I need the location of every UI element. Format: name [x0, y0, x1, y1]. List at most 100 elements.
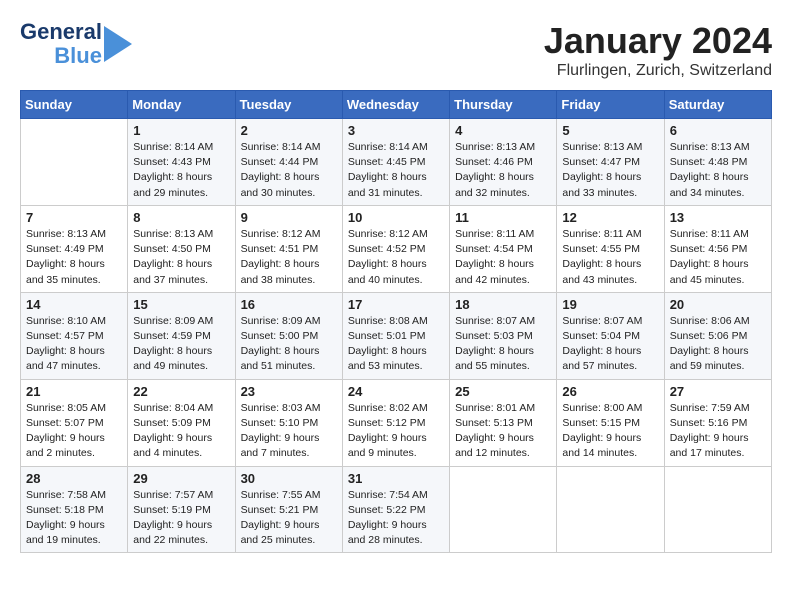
- calendar-cell: 23 Sunrise: 8:03 AMSunset: 5:10 PMDaylig…: [235, 379, 342, 466]
- weekday-header-tuesday: Tuesday: [235, 91, 342, 119]
- cell-info: Sunrise: 8:05 AMSunset: 5:07 PMDaylight:…: [26, 401, 122, 462]
- calendar-week-row: 14 Sunrise: 8:10 AMSunset: 4:57 PMDaylig…: [21, 292, 772, 379]
- calendar-cell: 30 Sunrise: 7:55 AMSunset: 5:21 PMDaylig…: [235, 466, 342, 553]
- calendar-cell: 17 Sunrise: 8:08 AMSunset: 5:01 PMDaylig…: [342, 292, 449, 379]
- calendar-cell: 24 Sunrise: 8:02 AMSunset: 5:12 PMDaylig…: [342, 379, 449, 466]
- cell-info: Sunrise: 8:13 AMSunset: 4:50 PMDaylight:…: [133, 227, 229, 288]
- weekday-header-sunday: Sunday: [21, 91, 128, 119]
- cell-info: Sunrise: 8:11 AMSunset: 4:56 PMDaylight:…: [670, 227, 766, 288]
- cell-info: Sunrise: 8:14 AMSunset: 4:45 PMDaylight:…: [348, 140, 444, 201]
- cell-info: Sunrise: 8:04 AMSunset: 5:09 PMDaylight:…: [133, 401, 229, 462]
- logo-blue: Blue: [54, 44, 102, 68]
- cell-info: Sunrise: 8:13 AMSunset: 4:46 PMDaylight:…: [455, 140, 551, 201]
- calendar-cell: [450, 466, 557, 553]
- calendar-week-row: 7 Sunrise: 8:13 AMSunset: 4:49 PMDayligh…: [21, 205, 772, 292]
- calendar-cell: 15 Sunrise: 8:09 AMSunset: 4:59 PMDaylig…: [128, 292, 235, 379]
- day-number: 20: [670, 297, 766, 312]
- calendar-cell: 26 Sunrise: 8:00 AMSunset: 5:15 PMDaylig…: [557, 379, 664, 466]
- calendar-cell: 25 Sunrise: 8:01 AMSunset: 5:13 PMDaylig…: [450, 379, 557, 466]
- day-number: 13: [670, 210, 766, 225]
- cell-info: Sunrise: 8:13 AMSunset: 4:48 PMDaylight:…: [670, 140, 766, 201]
- cell-info: Sunrise: 8:07 AMSunset: 5:04 PMDaylight:…: [562, 314, 658, 375]
- title-block: January 2024 Flurlingen, Zurich, Switzer…: [544, 20, 772, 80]
- calendar-cell: 4 Sunrise: 8:13 AMSunset: 4:46 PMDayligh…: [450, 119, 557, 206]
- cell-info: Sunrise: 8:10 AMSunset: 4:57 PMDaylight:…: [26, 314, 122, 375]
- cell-info: Sunrise: 8:09 AMSunset: 4:59 PMDaylight:…: [133, 314, 229, 375]
- calendar-week-row: 1 Sunrise: 8:14 AMSunset: 4:43 PMDayligh…: [21, 119, 772, 206]
- calendar-week-row: 28 Sunrise: 7:58 AMSunset: 5:18 PMDaylig…: [21, 466, 772, 553]
- calendar-cell: 3 Sunrise: 8:14 AMSunset: 4:45 PMDayligh…: [342, 119, 449, 206]
- day-number: 8: [133, 210, 229, 225]
- cell-info: Sunrise: 8:09 AMSunset: 5:00 PMDaylight:…: [241, 314, 337, 375]
- weekday-header-friday: Friday: [557, 91, 664, 119]
- day-number: 28: [26, 471, 122, 486]
- calendar-cell: 5 Sunrise: 8:13 AMSunset: 4:47 PMDayligh…: [557, 119, 664, 206]
- day-number: 2: [241, 123, 337, 138]
- day-number: 29: [133, 471, 229, 486]
- logo: General Blue: [20, 20, 132, 68]
- cell-info: Sunrise: 7:57 AMSunset: 5:19 PMDaylight:…: [133, 488, 229, 549]
- calendar-cell: 2 Sunrise: 8:14 AMSunset: 4:44 PMDayligh…: [235, 119, 342, 206]
- calendar-cell: 21 Sunrise: 8:05 AMSunset: 5:07 PMDaylig…: [21, 379, 128, 466]
- calendar-week-row: 21 Sunrise: 8:05 AMSunset: 5:07 PMDaylig…: [21, 379, 772, 466]
- cell-info: Sunrise: 8:00 AMSunset: 5:15 PMDaylight:…: [562, 401, 658, 462]
- calendar-cell: 12 Sunrise: 8:11 AMSunset: 4:55 PMDaylig…: [557, 205, 664, 292]
- cell-info: Sunrise: 7:54 AMSunset: 5:22 PMDaylight:…: [348, 488, 444, 549]
- day-number: 30: [241, 471, 337, 486]
- calendar-cell: 14 Sunrise: 8:10 AMSunset: 4:57 PMDaylig…: [21, 292, 128, 379]
- cell-info: Sunrise: 7:58 AMSunset: 5:18 PMDaylight:…: [26, 488, 122, 549]
- day-number: 18: [455, 297, 551, 312]
- cell-info: Sunrise: 8:13 AMSunset: 4:47 PMDaylight:…: [562, 140, 658, 201]
- cell-info: Sunrise: 8:03 AMSunset: 5:10 PMDaylight:…: [241, 401, 337, 462]
- calendar-cell: 31 Sunrise: 7:54 AMSunset: 5:22 PMDaylig…: [342, 466, 449, 553]
- cell-info: Sunrise: 8:12 AMSunset: 4:52 PMDaylight:…: [348, 227, 444, 288]
- cell-info: Sunrise: 8:02 AMSunset: 5:12 PMDaylight:…: [348, 401, 444, 462]
- day-number: 1: [133, 123, 229, 138]
- day-number: 27: [670, 384, 766, 399]
- calendar-cell: [664, 466, 771, 553]
- calendar-cell: 11 Sunrise: 8:11 AMSunset: 4:54 PMDaylig…: [450, 205, 557, 292]
- cell-info: Sunrise: 8:13 AMSunset: 4:49 PMDaylight:…: [26, 227, 122, 288]
- day-number: 3: [348, 123, 444, 138]
- calendar-cell: 22 Sunrise: 8:04 AMSunset: 5:09 PMDaylig…: [128, 379, 235, 466]
- day-number: 4: [455, 123, 551, 138]
- day-number: 25: [455, 384, 551, 399]
- day-number: 15: [133, 297, 229, 312]
- day-number: 17: [348, 297, 444, 312]
- calendar-cell: 18 Sunrise: 8:07 AMSunset: 5:03 PMDaylig…: [450, 292, 557, 379]
- calendar-cell: 10 Sunrise: 8:12 AMSunset: 4:52 PMDaylig…: [342, 205, 449, 292]
- month-title: January 2024: [544, 20, 772, 62]
- cell-info: Sunrise: 8:01 AMSunset: 5:13 PMDaylight:…: [455, 401, 551, 462]
- calendar-cell: 9 Sunrise: 8:12 AMSunset: 4:51 PMDayligh…: [235, 205, 342, 292]
- cell-info: Sunrise: 7:59 AMSunset: 5:16 PMDaylight:…: [670, 401, 766, 462]
- day-number: 6: [670, 123, 766, 138]
- weekday-header-thursday: Thursday: [450, 91, 557, 119]
- day-number: 9: [241, 210, 337, 225]
- day-number: 7: [26, 210, 122, 225]
- day-number: 19: [562, 297, 658, 312]
- calendar-cell: 16 Sunrise: 8:09 AMSunset: 5:00 PMDaylig…: [235, 292, 342, 379]
- page-header: General Blue January 2024 Flurlingen, Zu…: [20, 20, 772, 80]
- location-title: Flurlingen, Zurich, Switzerland: [544, 62, 772, 80]
- calendar-cell: 19 Sunrise: 8:07 AMSunset: 5:04 PMDaylig…: [557, 292, 664, 379]
- day-number: 14: [26, 297, 122, 312]
- cell-info: Sunrise: 8:14 AMSunset: 4:44 PMDaylight:…: [241, 140, 337, 201]
- cell-info: Sunrise: 8:11 AMSunset: 4:55 PMDaylight:…: [562, 227, 658, 288]
- calendar-cell: 8 Sunrise: 8:13 AMSunset: 4:50 PMDayligh…: [128, 205, 235, 292]
- cell-info: Sunrise: 8:11 AMSunset: 4:54 PMDaylight:…: [455, 227, 551, 288]
- calendar-cell: [557, 466, 664, 553]
- weekday-header-saturday: Saturday: [664, 91, 771, 119]
- day-number: 12: [562, 210, 658, 225]
- day-number: 5: [562, 123, 658, 138]
- weekday-header-wednesday: Wednesday: [342, 91, 449, 119]
- day-number: 22: [133, 384, 229, 399]
- day-number: 31: [348, 471, 444, 486]
- day-number: 26: [562, 384, 658, 399]
- day-number: 10: [348, 210, 444, 225]
- cell-info: Sunrise: 7:55 AMSunset: 5:21 PMDaylight:…: [241, 488, 337, 549]
- calendar-cell: 13 Sunrise: 8:11 AMSunset: 4:56 PMDaylig…: [664, 205, 771, 292]
- day-number: 16: [241, 297, 337, 312]
- weekday-header-row: SundayMondayTuesdayWednesdayThursdayFrid…: [21, 91, 772, 119]
- calendar-cell: [21, 119, 128, 206]
- calendar-cell: 27 Sunrise: 7:59 AMSunset: 5:16 PMDaylig…: [664, 379, 771, 466]
